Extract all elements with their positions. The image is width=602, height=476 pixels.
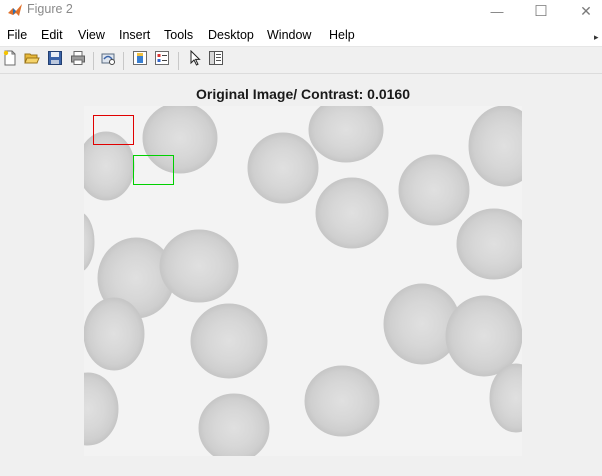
menu-tools[interactable]: Tools <box>164 28 193 42</box>
menu-insert[interactable]: Insert <box>119 28 150 42</box>
maximize-button[interactable]: ☐ <box>526 0 556 22</box>
menu-view[interactable]: View <box>78 28 105 42</box>
insert-legend-button[interactable] <box>153 50 171 71</box>
window-title: Figure 2 <box>27 2 73 16</box>
toolbar-separator <box>93 52 94 70</box>
edit-plot-button[interactable] <box>186 49 204 71</box>
link-plot-icon <box>100 50 116 71</box>
axes-title: Original Image/ Contrast: 0.0160 <box>196 86 410 102</box>
colorbar-icon <box>132 50 148 71</box>
image-axes[interactable] <box>84 106 522 456</box>
legend-icon <box>154 50 170 71</box>
maximize-icon: ☐ <box>534 3 548 20</box>
menu-overflow-arrow-icon[interactable]: ▸ <box>594 32 599 43</box>
close-icon: ✕ <box>580 2 592 19</box>
link-plot-button[interactable] <box>99 51 117 69</box>
open-file-icon <box>24 50 40 71</box>
menu-window[interactable]: Window <box>267 28 311 42</box>
blood-cell-image <box>84 106 522 456</box>
new-figure-icon <box>2 50 18 71</box>
menu-edit[interactable]: Edit <box>41 28 63 42</box>
toolbar-separator <box>123 52 124 70</box>
menu-help[interactable]: Help <box>329 28 355 42</box>
menu-bar: File Edit View Insert Tools Desktop Wind… <box>0 24 602 47</box>
insert-colorbar-button[interactable] <box>131 50 149 71</box>
edit-plot-pointer-icon <box>187 49 203 71</box>
menu-desktop[interactable]: Desktop <box>208 28 254 42</box>
property-inspector-icon <box>208 50 224 71</box>
menu-file[interactable]: File <box>7 28 27 42</box>
save-button[interactable] <box>46 50 64 71</box>
open-file-button[interactable] <box>23 51 41 69</box>
close-button[interactable]: ✕ <box>571 0 601 22</box>
new-figure-button[interactable] <box>1 50 19 71</box>
minimize-icon: — <box>490 3 504 19</box>
print-icon <box>70 50 86 71</box>
figure-toolbar <box>0 48 602 74</box>
print-button[interactable] <box>69 50 87 71</box>
toolbar-separator <box>178 52 179 70</box>
save-icon <box>47 50 63 71</box>
property-inspector-button[interactable] <box>207 50 225 71</box>
title-bar: Figure 2 — ☐ ✕ <box>0 0 602 24</box>
matlab-logo-icon <box>7 2 23 18</box>
minimize-button[interactable]: — <box>482 0 512 22</box>
